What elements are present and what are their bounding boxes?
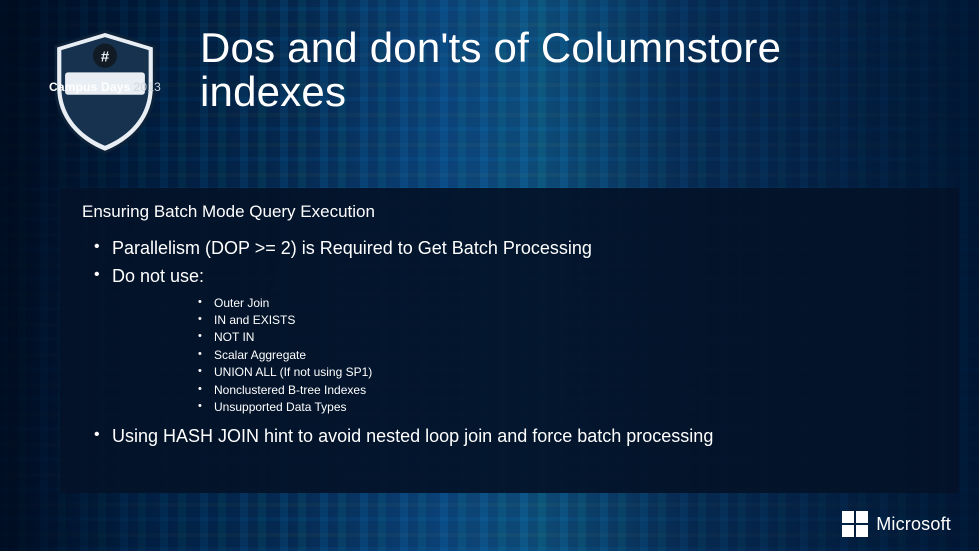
sub-item: IN and EXISTS [198,312,937,329]
bullet-parallelism: Parallelism (DOP >= 2) is Required to Ge… [90,236,937,260]
badge-label: Campus Days2013 [40,80,170,94]
section-heading: Ensuring Batch Mode Query Execution [82,202,937,222]
badge-year: 2013 [134,80,162,94]
slide-title: Dos and don'ts of Columnstore indexes [200,26,920,114]
svg-text:#: # [101,49,110,65]
badge-name: Campus Days [49,80,131,94]
sub-item: Nonclustered B-tree Indexes [198,382,937,399]
top-bullet-list: Parallelism (DOP >= 2) is Required to Ge… [90,236,937,449]
microsoft-logo-icon [842,511,868,537]
bullet-hashjoin: Using HASH JOIN hint to avoid nested loo… [90,424,937,448]
microsoft-wordmark: Microsoft [876,514,951,535]
sub-item: Outer Join [198,295,937,312]
bullet-donot: Do not use: Outer Join IN and EXISTS NOT… [90,264,937,416]
microsoft-logo: Microsoft [842,511,951,537]
content-panel: Ensuring Batch Mode Query Execution Para… [60,188,959,493]
bullet-donot-label: Do not use: [112,266,204,286]
sub-item: Scalar Aggregate [198,347,937,364]
sub-item: UNION ALL (If not using SP1) [198,364,937,381]
campus-days-badge: # Campus Days2013 [40,26,170,156]
donot-sublist: Outer Join IN and EXISTS NOT IN Scalar A… [198,295,937,417]
sub-item: Unsupported Data Types [198,399,937,416]
slide-header: # Campus Days2013 Dos and don'ts of Colu… [40,26,939,156]
sub-item: NOT IN [198,329,937,346]
